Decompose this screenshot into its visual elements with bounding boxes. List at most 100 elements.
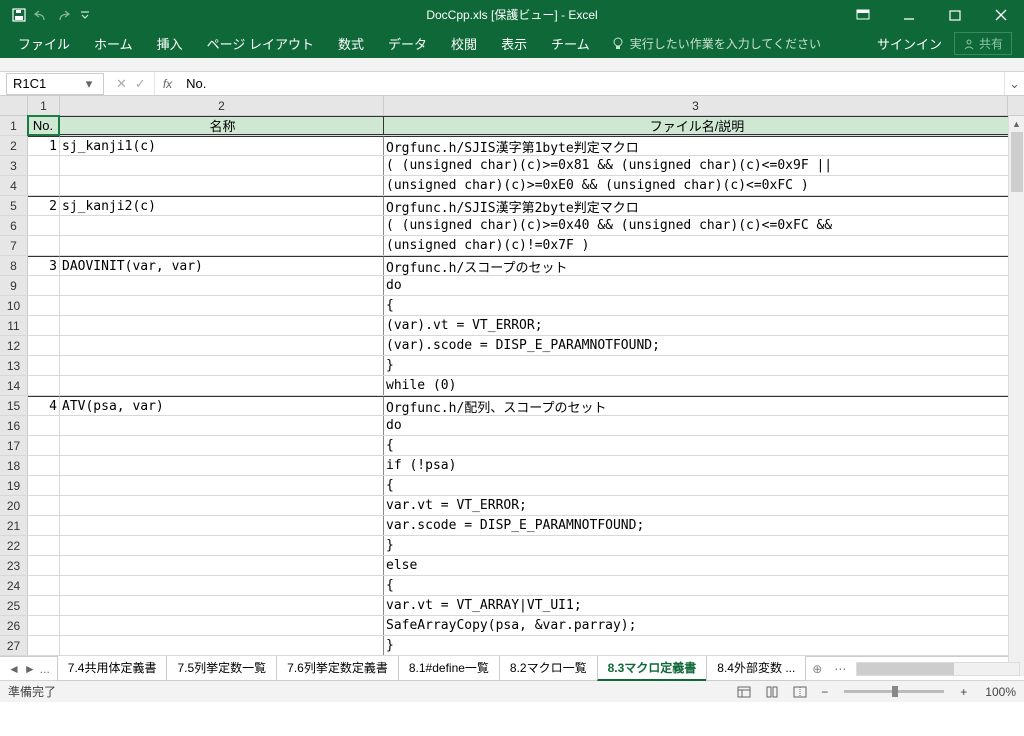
table-row[interactable]: 22 } [0,536,1024,556]
cell[interactable]: 1 [28,136,60,155]
row-header[interactable]: 23 [0,556,28,575]
cell[interactable]: } [384,356,1008,375]
cell[interactable]: (var).vt = VT_ERROR; [384,316,1008,335]
table-row[interactable]: 23 else [0,556,1024,576]
close-button[interactable] [978,0,1024,29]
zoom-in-button[interactable]: + [956,685,971,699]
cell[interactable]: sj_kanji1(c) [60,136,384,155]
table-row[interactable]: 20 var.vt = VT_ERROR; [0,496,1024,516]
row-header[interactable]: 14 [0,376,28,395]
ribbon-display-icon[interactable] [840,0,886,29]
cell[interactable] [28,596,60,615]
row-header[interactable]: 8 [0,256,28,275]
row-header[interactable]: 11 [0,316,28,335]
cell[interactable] [60,336,384,355]
name-box[interactable]: R1C1 ▾ [6,73,104,95]
table-row[interactable]: 25 var.vt = VT_ARRAY|VT_UI1; [0,596,1024,616]
cell[interactable]: 2 [28,196,60,215]
sheet-tab[interactable]: 8.3マクロ定義書 [597,656,708,681]
sheet-tab[interactable]: 7.6列挙定数定義書 [276,656,399,681]
cell[interactable]: Orgfunc.h/SJIS漢字第2byte判定マクロ [384,196,1008,215]
vertical-scrollbar[interactable]: ▲ ▼ [1008,116,1024,676]
cell[interactable]: (unsigned char)(c)>=0xE0 && (unsigned ch… [384,176,1008,195]
ribbon-tab-page-layout[interactable]: ページ レイアウト [195,29,326,58]
cell[interactable] [60,376,384,395]
table-row[interactable]: 21sj_kanji1(c)Orgfunc.h/SJIS漢字第1byte判定マク… [0,136,1024,156]
sheet-tab[interactable]: 7.4共用体定義書 [57,656,168,681]
cell[interactable]: { [384,296,1008,315]
row-header[interactable]: 9 [0,276,28,295]
enter-icon[interactable]: ✓ [135,76,146,92]
signin-link[interactable]: サインイン [877,34,942,53]
table-row[interactable]: 6 ( (unsigned char)(c)>=0x40 && (unsigne… [0,216,1024,236]
cell[interactable] [60,476,384,495]
cell[interactable]: while (0) [384,376,1008,395]
table-row[interactable]: 13 } [0,356,1024,376]
cell[interactable]: Orgfunc.h/配列、スコープのセット [384,396,1008,415]
row-header[interactable]: 3 [0,156,28,175]
cell[interactable] [60,156,384,175]
cell[interactable]: 名称 [60,116,384,135]
cell[interactable] [60,216,384,235]
fx-label[interactable]: fx [155,77,180,91]
cell[interactable]: ( (unsigned char)(c)>=0x40 && (unsigned … [384,216,1008,235]
cell[interactable] [28,536,60,555]
tab-nav-prev-icon[interactable]: ◄ [8,662,20,676]
chevron-down-icon[interactable]: ▾ [81,76,97,92]
cell[interactable]: sj_kanji2(c) [60,196,384,215]
row-header[interactable]: 5 [0,196,28,215]
table-row[interactable]: 52sj_kanji2(c)Orgfunc.h/SJIS漢字第2byte判定マク… [0,196,1024,216]
row-header[interactable]: 6 [0,216,28,235]
table-row[interactable]: 83DAOVINIT(var, var)Orgfunc.h/スコープのセット [0,256,1024,276]
table-row[interactable]: 27 } [0,636,1024,656]
cell[interactable]: var.vt = VT_ERROR; [384,496,1008,515]
row-header[interactable]: 20 [0,496,28,515]
row-header[interactable]: 22 [0,536,28,555]
cell[interactable] [28,276,60,295]
ribbon-tab-insert[interactable]: 挿入 [145,29,195,58]
cell[interactable] [28,516,60,535]
cell[interactable]: Orgfunc.h/スコープのセット [384,256,1008,275]
row-header[interactable]: 13 [0,356,28,375]
cell[interactable]: if (!psa) [384,456,1008,475]
row-header[interactable]: 7 [0,236,28,255]
cell[interactable] [28,316,60,335]
row-header[interactable]: 25 [0,596,28,615]
minimize-button[interactable] [886,0,932,29]
select-all-corner[interactable] [0,96,28,115]
cancel-icon[interactable]: ✕ [116,76,127,92]
save-icon[interactable] [12,8,26,22]
ribbon-tab-formulas[interactable]: 数式 [326,29,376,58]
cell[interactable] [28,456,60,475]
cell[interactable] [60,416,384,435]
sheet-tab[interactable]: 7.5列挙定数一覧 [166,656,277,681]
cell[interactable] [28,576,60,595]
table-row[interactable]: 1No.名称ファイル名/説明 [0,116,1024,136]
redo-icon[interactable] [56,8,70,22]
expand-formula-bar-icon[interactable]: ⌄ [1004,72,1024,95]
cell[interactable] [60,176,384,195]
row-header[interactable]: 16 [0,416,28,435]
zoom-slider[interactable] [844,690,944,693]
cell[interactable] [28,616,60,635]
page-layout-view-icon[interactable] [761,683,783,701]
cell[interactable] [28,416,60,435]
cell[interactable] [60,356,384,375]
table-row[interactable]: 14 while (0) [0,376,1024,396]
col-header[interactable]: 2 [60,96,384,115]
table-row[interactable]: 10 { [0,296,1024,316]
row-header[interactable]: 12 [0,336,28,355]
cell[interactable] [28,496,60,515]
table-row[interactable]: 19 { [0,476,1024,496]
sheet-tab[interactable]: 8.1#define一覧 [398,656,500,681]
cell[interactable]: No. [28,116,60,135]
table-row[interactable]: 7 (unsigned char)(c)!=0x7F ) [0,236,1024,256]
cell[interactable]: Orgfunc.h/SJIS漢字第1byte判定マクロ [384,136,1008,155]
cell[interactable] [60,316,384,335]
cell[interactable]: do [384,276,1008,295]
cell[interactable] [60,296,384,315]
row-header[interactable]: 19 [0,476,28,495]
cell[interactable]: else [384,556,1008,575]
qat-customize-icon[interactable] [78,8,92,22]
sheet-tab[interactable]: 8.4外部変数 ... [706,656,806,681]
